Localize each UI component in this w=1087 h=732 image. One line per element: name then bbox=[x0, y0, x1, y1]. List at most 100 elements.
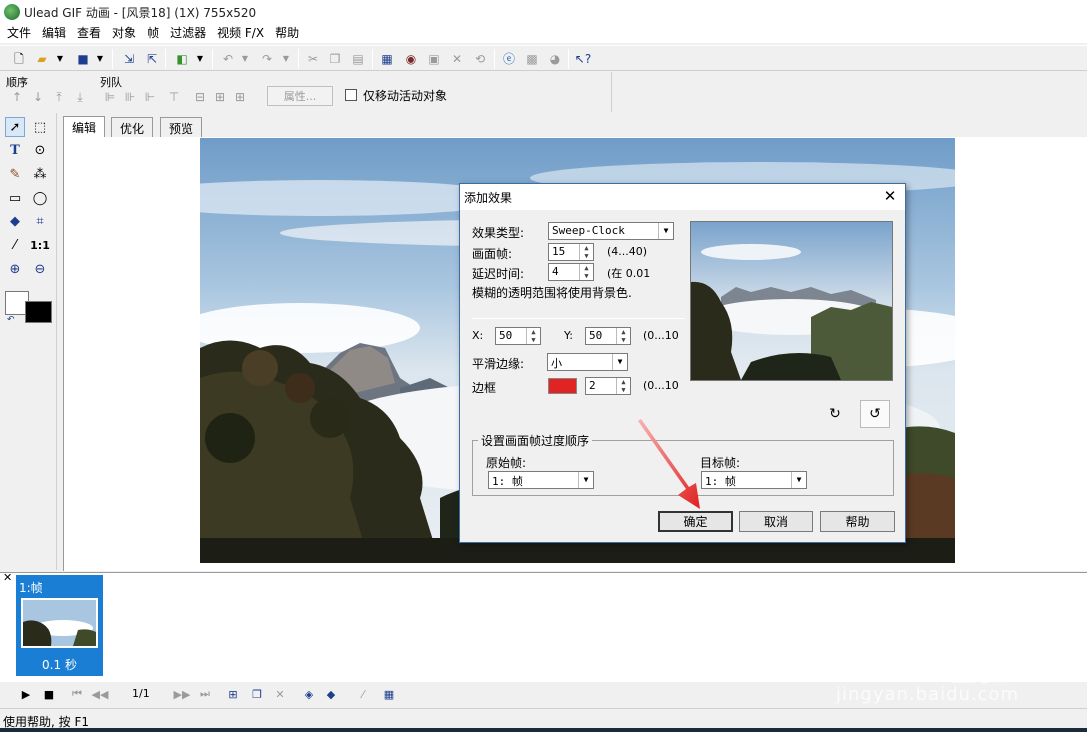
spinner-icon[interactable]: ▲ ▼ bbox=[579, 244, 593, 260]
close-panel-icon[interactable]: ✕ bbox=[3, 571, 12, 584]
dialog-close-icon[interactable]: ✕ bbox=[878, 187, 902, 207]
menu-help[interactable]: 帮助 bbox=[270, 23, 305, 43]
zoom-in-tool-icon[interactable]: ⊕ bbox=[5, 259, 25, 279]
open-dropdown-icon[interactable]: ▼ bbox=[54, 50, 66, 68]
frame-thumbnail[interactable]: 1:帧 0.1 秒 bbox=[16, 575, 103, 676]
zoom-out-tool-icon[interactable]: ⊖ bbox=[30, 259, 50, 279]
magic-wand-tool-icon[interactable]: ⁂ bbox=[30, 164, 50, 184]
context-help-icon[interactable]: ↖? bbox=[574, 50, 592, 68]
y-input[interactable]: 50 ▲ ▼ bbox=[585, 327, 631, 345]
align-bottom-icon[interactable]: ⊞ bbox=[211, 88, 229, 106]
browser-preview-icon[interactable]: ⓔ bbox=[500, 50, 518, 68]
target-frame-select[interactable]: 1: 帧 ▼ bbox=[701, 471, 807, 489]
save-dropdown-icon[interactable]: ▼ bbox=[94, 50, 106, 68]
eraser-tool-icon[interactable]: ▭ bbox=[5, 188, 25, 208]
redo-icon[interactable]: ↷ bbox=[258, 50, 276, 68]
undo-dropdown-icon[interactable]: ▼ bbox=[239, 50, 251, 68]
menu-object[interactable]: 对象 bbox=[107, 23, 142, 43]
fill-tool-icon[interactable]: ◆ bbox=[5, 211, 25, 231]
wand-icon[interactable]: ⁄ bbox=[355, 686, 371, 702]
optimize-icon[interactable]: ▩ bbox=[523, 50, 541, 68]
paint-dropdown-icon[interactable]: ▼ bbox=[194, 50, 206, 68]
menu-frame[interactable]: 帧 bbox=[142, 23, 165, 43]
frame-list-icon[interactable]: ▦ bbox=[381, 686, 397, 702]
tab-edit[interactable]: 编辑 bbox=[63, 116, 106, 138]
lasso-tool-icon[interactable]: ◯ bbox=[30, 188, 50, 208]
copy-frame-icon[interactable]: ❐ bbox=[249, 686, 265, 702]
web-icon[interactable]: ◕ bbox=[546, 50, 564, 68]
delay-input[interactable]: 4 ▲ ▼ bbox=[548, 263, 594, 281]
tween-icon[interactable]: ◈ bbox=[301, 686, 317, 702]
marquee-tool-icon[interactable]: ⬚ bbox=[30, 117, 50, 137]
play-icon[interactable]: ▶ bbox=[18, 686, 34, 702]
open-folder-icon[interactable]: ▰ bbox=[33, 50, 51, 68]
move-active-only-checkbox[interactable] bbox=[345, 89, 357, 101]
bring-forward-icon[interactable]: ↑ bbox=[8, 88, 26, 106]
bring-to-front-icon[interactable]: ⤒ bbox=[50, 88, 68, 106]
menu-video-fx[interactable]: 视频 F/X bbox=[212, 23, 270, 43]
effect-type-select[interactable]: Sweep-Clock ▼ bbox=[548, 222, 674, 240]
x-input[interactable]: 50 ▲ ▼ bbox=[495, 327, 541, 345]
frames-input[interactable]: 15 ▲ ▼ bbox=[548, 243, 594, 261]
first-frame-icon[interactable]: ⏮ bbox=[69, 686, 85, 702]
delete-frame-bottom-icon[interactable]: ✕ bbox=[272, 686, 288, 702]
next-frame-icon[interactable]: ▶▶ bbox=[174, 686, 191, 702]
spinner-icon[interactable]: ▲ ▼ bbox=[579, 264, 593, 280]
copy-icon[interactable]: ❐ bbox=[326, 50, 344, 68]
menu-view[interactable]: 查看 bbox=[72, 23, 107, 43]
spinner-icon[interactable]: ▲ ▼ bbox=[526, 328, 540, 344]
brush-tool-icon[interactable]: ✎ bbox=[5, 164, 25, 184]
send-to-back-icon[interactable]: ⤓ bbox=[71, 88, 89, 106]
frame-properties-icon[interactable]: ▦ bbox=[378, 50, 396, 68]
last-frame-icon[interactable]: ⏭ bbox=[197, 686, 213, 702]
pointer-tool-icon[interactable]: ➚ bbox=[5, 117, 25, 137]
menu-filter[interactable]: 过滤器 bbox=[165, 23, 212, 43]
transform-tool-icon[interactable]: ⊙ bbox=[30, 140, 50, 160]
add-effect-icon[interactable]: ◆ bbox=[323, 686, 339, 702]
align-middle-icon[interactable]: ⊟ bbox=[191, 88, 209, 106]
paste-icon[interactable]: ▤ bbox=[349, 50, 367, 68]
menu-edit[interactable]: 编辑 bbox=[37, 23, 72, 43]
help-button[interactable]: 帮助 bbox=[820, 511, 895, 532]
send-backward-icon[interactable]: ↓ bbox=[29, 88, 47, 106]
rotate-counterclockwise-icon[interactable]: ↻ bbox=[820, 400, 850, 428]
tab-optimize[interactable]: 优化 bbox=[111, 117, 154, 137]
eyedropper-tool-icon[interactable]: ⁄ bbox=[5, 235, 25, 255]
source-frame-select[interactable]: 1: 帧 ▼ bbox=[488, 471, 594, 489]
export-icon[interactable]: ⇱ bbox=[143, 50, 161, 68]
border-color-swatch[interactable] bbox=[548, 378, 577, 394]
text-tool-icon[interactable]: T bbox=[5, 140, 25, 160]
actual-size-tool-icon[interactable]: 1:1 bbox=[30, 235, 50, 255]
cancel-button[interactable]: 取消 bbox=[739, 511, 813, 532]
properties-button[interactable]: 属性... bbox=[267, 86, 333, 106]
crop-tool-icon[interactable]: ⌗ bbox=[30, 211, 50, 231]
distribute-icon[interactable]: ⊞ bbox=[231, 88, 249, 106]
smooth-edge-select[interactable]: 小 ▼ bbox=[547, 353, 628, 371]
background-color-swatch[interactable] bbox=[25, 301, 52, 323]
spinner-icon[interactable]: ▲ ▼ bbox=[616, 378, 630, 394]
cut-icon[interactable]: ✂ bbox=[304, 50, 322, 68]
undo-icon[interactable]: ↶ bbox=[219, 50, 237, 68]
import-icon[interactable]: ⇲ bbox=[120, 50, 138, 68]
stop-icon[interactable]: ■ bbox=[41, 686, 57, 702]
reverse-frames-icon[interactable]: ⟲ bbox=[471, 50, 489, 68]
spinner-icon[interactable]: ▲ ▼ bbox=[616, 328, 630, 344]
add-frame-icon[interactable]: ⊞ bbox=[225, 686, 241, 702]
align-top-icon[interactable]: ⊤ bbox=[165, 88, 183, 106]
rotate-clockwise-icon[interactable]: ↺ bbox=[860, 400, 890, 428]
save-icon[interactable]: ■ bbox=[74, 50, 92, 68]
paint-icon[interactable]: ◧ bbox=[173, 50, 191, 68]
tab-preview[interactable]: 预览 bbox=[160, 117, 203, 137]
previous-frame-icon[interactable]: ◀◀ bbox=[92, 686, 109, 702]
align-left-icon[interactable]: ⊫ bbox=[101, 88, 119, 106]
redo-dropdown-icon[interactable]: ▼ bbox=[280, 50, 292, 68]
menu-file[interactable]: 文件 bbox=[2, 23, 37, 43]
align-right-icon[interactable]: ⊩ bbox=[141, 88, 159, 106]
swap-colors-icon[interactable]: ↶ bbox=[7, 315, 15, 325]
border-width-input[interactable]: 2 ▲ ▼ bbox=[585, 377, 631, 395]
frame-settings-icon[interactable]: ◉ bbox=[402, 50, 420, 68]
new-file-icon[interactable]: 🗋 bbox=[10, 50, 28, 68]
align-center-icon[interactable]: ⊪ bbox=[121, 88, 139, 106]
delete-frame-icon[interactable]: ✕ bbox=[448, 50, 466, 68]
duplicate-frame-icon[interactable]: ▣ bbox=[425, 50, 443, 68]
